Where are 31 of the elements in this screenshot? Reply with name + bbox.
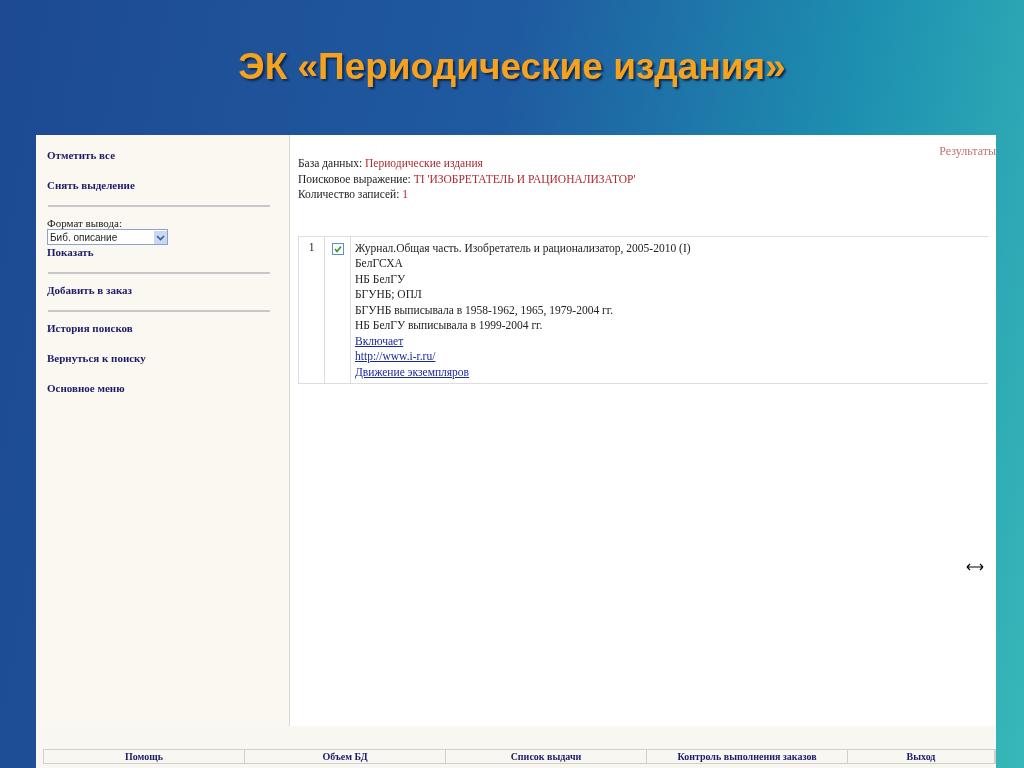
record-text: БГУНБ выписывала в 1958-1962, 1965, 1979-2004 гг.: [355, 302, 615, 318]
record-text: НБ БелГУ: [355, 271, 407, 287]
record-link[interactable]: Движение экземпляров: [355, 364, 470, 380]
footer-link[interactable]: Список выдачи: [446, 750, 647, 763]
footer-link[interactable]: Объем БД: [245, 750, 446, 763]
record-text: БелГСХА: [355, 256, 404, 271]
sidebar-link[interactable]: Отметить все: [47, 149, 116, 161]
sidebar-link[interactable]: История поисков: [47, 322, 133, 334]
footer-link[interactable]: Помощь: [44, 750, 245, 763]
sidebar-link[interactable]: Добавить в заказ: [47, 284, 133, 296]
record-link[interactable]: http://www.i-r.ru/: [355, 349, 436, 365]
sidebar-link[interactable]: Основное меню: [47, 382, 125, 394]
summary-line: Количество записей: 1: [298, 187, 409, 202]
record-text: НБ БелГУ выписывала в 1999-2004 гг.: [355, 318, 544, 333]
slide-title: ЭК «Периодические издания»: [238, 46, 786, 88]
format-dropdown[interactable]: Биб. описание: [47, 229, 168, 245]
footer-link[interactable]: Контроль выполнения заказов: [647, 750, 848, 763]
summary-line: Поисковое выражение: TI 'ИЗОБРЕТАТЕЛЬ И РАЦИОНАЛИЗАТОР': [298, 171, 637, 187]
record-checkbox[interactable]: [331, 242, 344, 255]
summary-line: База данных: Периодические издания: [298, 156, 484, 172]
sidebar-link[interactable]: Вернуться к поиску: [47, 352, 146, 364]
resize-cursor-icon: [966, 563, 984, 571]
sidebar-link[interactable]: Показать: [47, 246, 94, 258]
record-text: БГУНБ; ОПЛ: [355, 287, 423, 302]
format-label: Формат вывода:: [47, 217, 122, 229]
record-number: 1: [298, 236, 325, 384]
footer-link[interactable]: Выход: [848, 750, 995, 763]
sidebar-link[interactable]: Снять выделение: [47, 179, 135, 191]
record-text: Журнал.Общая часть. Изобретатель и рационализатор, 2005-2010 (I): [355, 240, 692, 256]
record-link[interactable]: Включает: [355, 333, 404, 349]
results-label: Результаты: [939, 144, 996, 159]
